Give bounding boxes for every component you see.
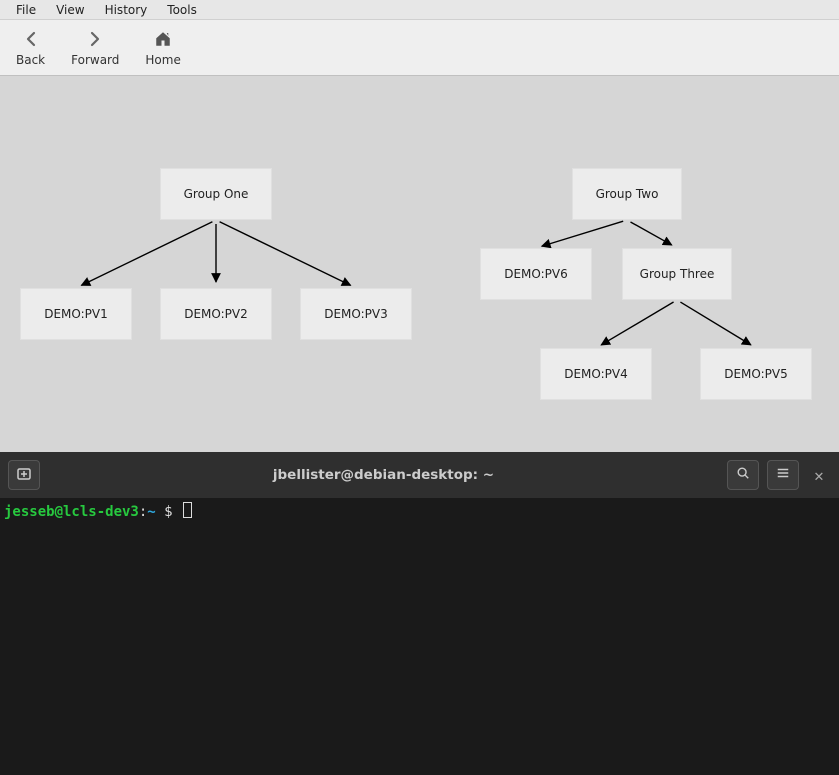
- node-pv3[interactable]: DEMO:PV3: [300, 288, 412, 340]
- node-group-one[interactable]: Group One: [160, 168, 272, 220]
- close-icon: ✕: [814, 466, 824, 485]
- node-label: Group One: [184, 187, 249, 201]
- terminal-title: jbellister@debian-desktop: ~: [48, 467, 719, 483]
- back-button[interactable]: Back: [8, 25, 53, 71]
- prompt-user-host: jesseb@lcls-dev3: [4, 504, 139, 520]
- menubar: File View History Tools: [0, 0, 839, 20]
- node-label: DEMO:PV3: [324, 307, 388, 321]
- home-icon: [154, 29, 172, 49]
- node-group-three[interactable]: Group Three: [622, 248, 732, 300]
- node-label: DEMO:PV2: [184, 307, 248, 321]
- chevron-left-icon: [24, 29, 38, 49]
- menu-view[interactable]: View: [46, 1, 94, 19]
- forward-button[interactable]: Forward: [63, 25, 127, 71]
- new-tab-button[interactable]: [8, 460, 40, 490]
- node-label: DEMO:PV1: [44, 307, 108, 321]
- prompt-symbol: $: [164, 504, 172, 520]
- terminal-body[interactable]: jesseb@lcls-dev3:~ $: [0, 498, 839, 525]
- toolbar: Back Forward Home: [0, 20, 839, 76]
- terminal-search-button[interactable]: [727, 460, 759, 490]
- forward-label: Forward: [71, 53, 119, 67]
- terminal-titlebar: jbellister@debian-desktop: ~ ✕: [0, 452, 839, 498]
- diagram-canvas[interactable]: Group One Group Two Group Three DEMO:PV1…: [0, 76, 839, 452]
- prompt-path: ~: [147, 504, 155, 520]
- terminal-window: jbellister@debian-desktop: ~ ✕ jesseb@lc…: [0, 452, 839, 775]
- search-icon: [736, 466, 750, 484]
- menu-file[interactable]: File: [6, 1, 46, 19]
- node-label: Group Three: [640, 267, 715, 281]
- terminal-menu-button[interactable]: [767, 460, 799, 490]
- node-pv5[interactable]: DEMO:PV5: [700, 348, 812, 400]
- terminal-close-button[interactable]: ✕: [807, 466, 831, 485]
- new-tab-icon: [16, 465, 32, 485]
- node-label: DEMO:PV5: [724, 367, 788, 381]
- back-label: Back: [16, 53, 45, 67]
- menu-history[interactable]: History: [95, 1, 158, 19]
- node-label: DEMO:PV4: [564, 367, 628, 381]
- home-button[interactable]: Home: [137, 25, 188, 71]
- menu-tools[interactable]: Tools: [157, 1, 207, 19]
- node-pv6[interactable]: DEMO:PV6: [480, 248, 592, 300]
- hamburger-icon: [776, 466, 790, 484]
- chevron-right-icon: [88, 29, 102, 49]
- node-pv1[interactable]: DEMO:PV1: [20, 288, 132, 340]
- home-label: Home: [145, 53, 180, 67]
- node-label: Group Two: [596, 187, 659, 201]
- terminal-cursor: [183, 502, 192, 518]
- node-label: DEMO:PV6: [504, 267, 568, 281]
- node-group-two[interactable]: Group Two: [572, 168, 682, 220]
- node-pv4[interactable]: DEMO:PV4: [540, 348, 652, 400]
- node-pv2[interactable]: DEMO:PV2: [160, 288, 272, 340]
